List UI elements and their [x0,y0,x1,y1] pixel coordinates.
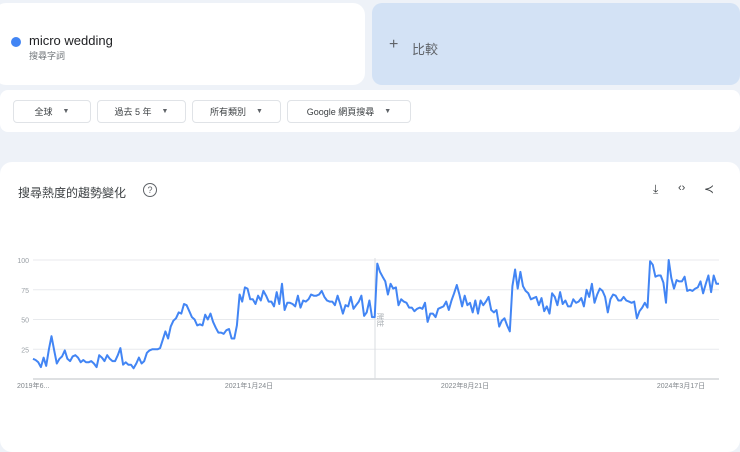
x-tick-label: 2022年8月21日 [441,381,489,390]
x-tick-label: 2019年6... [17,381,49,390]
series-line-micro-wedding [32,259,719,370]
y-tick-label: 75 [21,288,29,295]
x-tick-label: 2021年1月24日 [225,381,273,390]
trend-chart: 25 50 75 100 附註 2019年6... 2021年1月24日 2022年8月21日… [17,258,719,390]
y-tick-label: 50 [21,318,29,325]
x-tick-label: 2024年3月17日 [657,381,705,390]
y-tick-label: 25 [21,347,29,354]
y-tick-label: 100 [17,258,29,265]
note-annotation: 附註 [376,313,385,327]
